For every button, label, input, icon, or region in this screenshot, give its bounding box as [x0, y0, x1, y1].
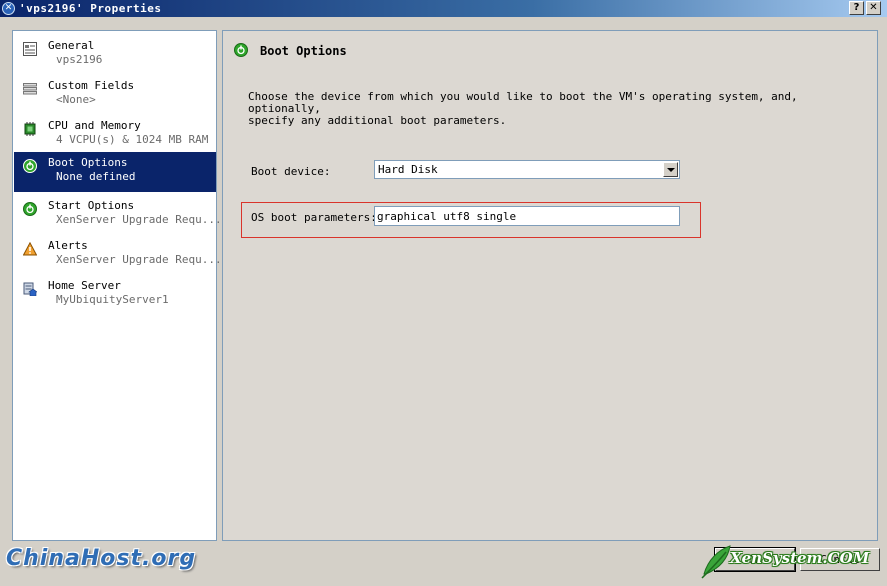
sidebar-item-alerts[interactable]: Alerts XenServer Upgrade Requ... [14, 235, 222, 275]
properties-sidebar: General vps2196 Custom Fields <None> CPU… [12, 30, 222, 541]
boot-options-panel: Boot Options Choose the device from whic… [222, 30, 878, 541]
xen-app-icon: ✕ [2, 2, 15, 15]
sidebar-item-subtitle: MyUbiquityServer1 [56, 293, 169, 306]
chevron-down-icon[interactable] [663, 162, 678, 177]
sidebar-item-title: General [48, 39, 95, 52]
custom-fields-icon [23, 83, 37, 95]
boot-device-value: Hard Disk [378, 163, 438, 176]
general-properties-icon [23, 42, 37, 56]
green-power-icon [23, 159, 37, 173]
help-button[interactable]: ? [849, 1, 864, 15]
title-bar[interactable]: ✕ 'vps2196' Properties ? ✕ [0, 0, 887, 17]
sidebar-item-subtitle: XenServer Upgrade Requ... [56, 213, 222, 226]
sidebar-item-subtitle: <None> [56, 93, 96, 106]
leaf-logo-icon [701, 545, 731, 579]
close-button[interactable]: ✕ [866, 1, 881, 15]
os-boot-params-label: OS boot parameters: [251, 211, 377, 224]
sidebar-item-title: CPU and Memory [48, 119, 141, 132]
green-power-icon [23, 202, 37, 216]
chinahost-watermark: ChinaHost.org [6, 546, 197, 571]
sidebar-item-general[interactable]: General vps2196 [14, 35, 216, 75]
sidebar-item-home-server[interactable]: Home Server MyUbiquityServer1 [14, 275, 216, 315]
sidebar-item-boot-options[interactable]: Boot Options None defined [14, 152, 216, 192]
sidebar-item-title: Alerts [48, 239, 88, 252]
xensystem-watermark: XenSystem.COM [700, 540, 885, 582]
sidebar-item-subtitle: 4 VCPU(s) & 1024 MB RAM [56, 133, 209, 146]
sidebar-item-title: Home Server [48, 279, 121, 292]
panel-description: Choose the device from which you would l… [248, 90, 798, 127]
home-server-icon [23, 282, 37, 296]
watermark-text: XenSystem.COM [730, 549, 870, 567]
sidebar-item-subtitle: None defined [56, 170, 136, 183]
green-power-icon [234, 43, 248, 57]
panel-heading: Boot Options [260, 44, 347, 58]
boot-device-label: Boot device: [251, 165, 331, 178]
window-title: 'vps2196' Properties [19, 2, 162, 15]
sidebar-item-subtitle: vps2196 [56, 53, 103, 66]
cpu-chip-icon [24, 122, 36, 136]
sidebar-item-title: Start Options [48, 199, 135, 212]
warning-triangle-icon [23, 242, 37, 256]
boot-device-select[interactable]: Hard Disk [374, 160, 680, 179]
os-boot-params-input[interactable] [374, 206, 680, 226]
sidebar-item-custom-fields[interactable]: Custom Fields <None> [14, 75, 216, 115]
sidebar-item-subtitle: XenServer Upgrade Requ... [56, 253, 222, 266]
sidebar-item-title: Boot Options [48, 156, 128, 169]
sidebar-item-start-options[interactable]: Start Options XenServer Upgrade Requ... [14, 195, 222, 235]
sidebar-item-cpu-memory[interactable]: CPU and Memory 4 VCPU(s) & 1024 MB RAM [14, 115, 216, 155]
sidebar-item-title: Custom Fields [48, 79, 135, 92]
